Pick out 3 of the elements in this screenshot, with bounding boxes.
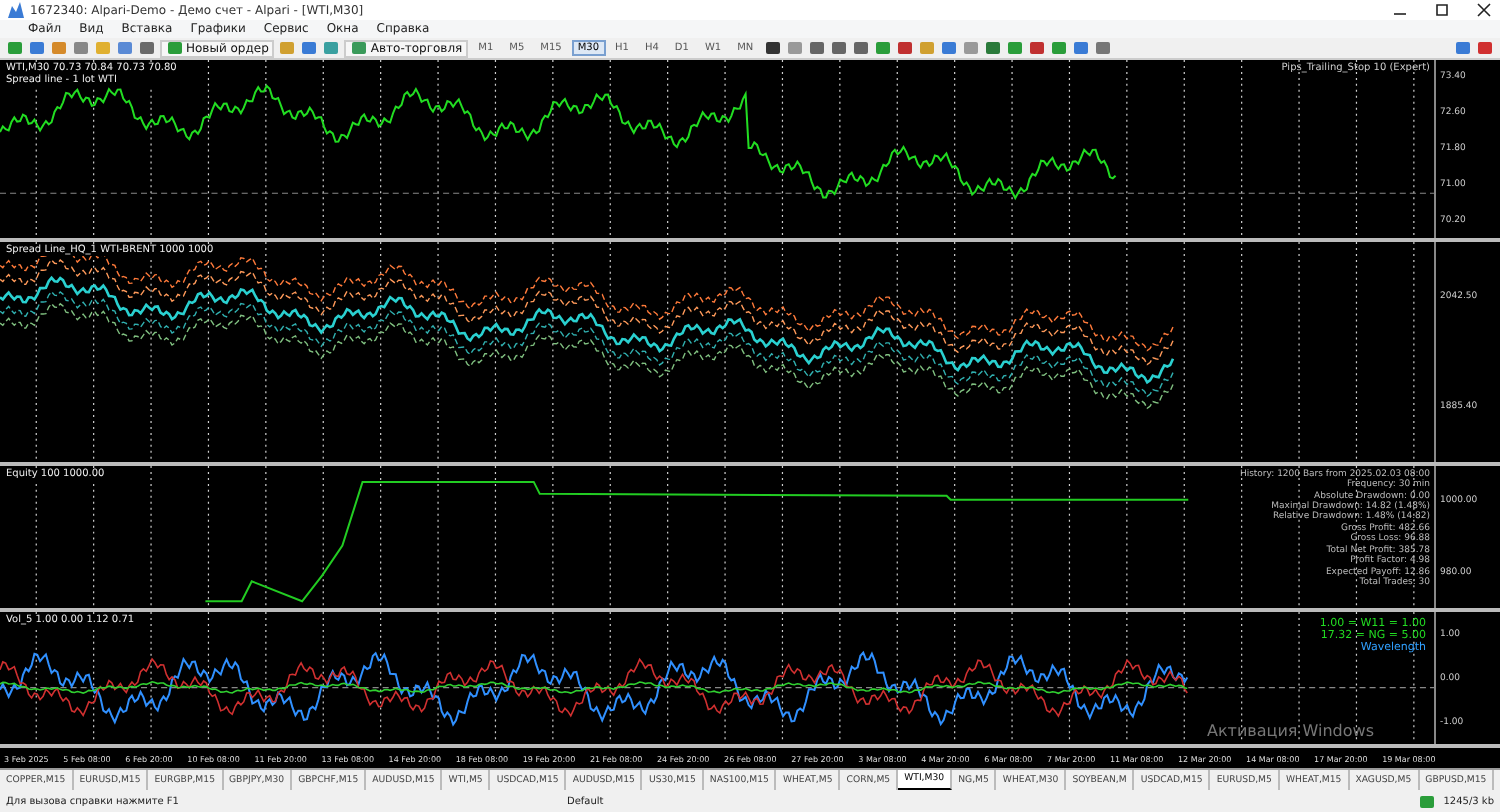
activation-notice: Активация Windows bbox=[1207, 722, 1374, 741]
maximize-icon[interactable] bbox=[1434, 2, 1450, 18]
close-icon[interactable] bbox=[1476, 2, 1492, 18]
